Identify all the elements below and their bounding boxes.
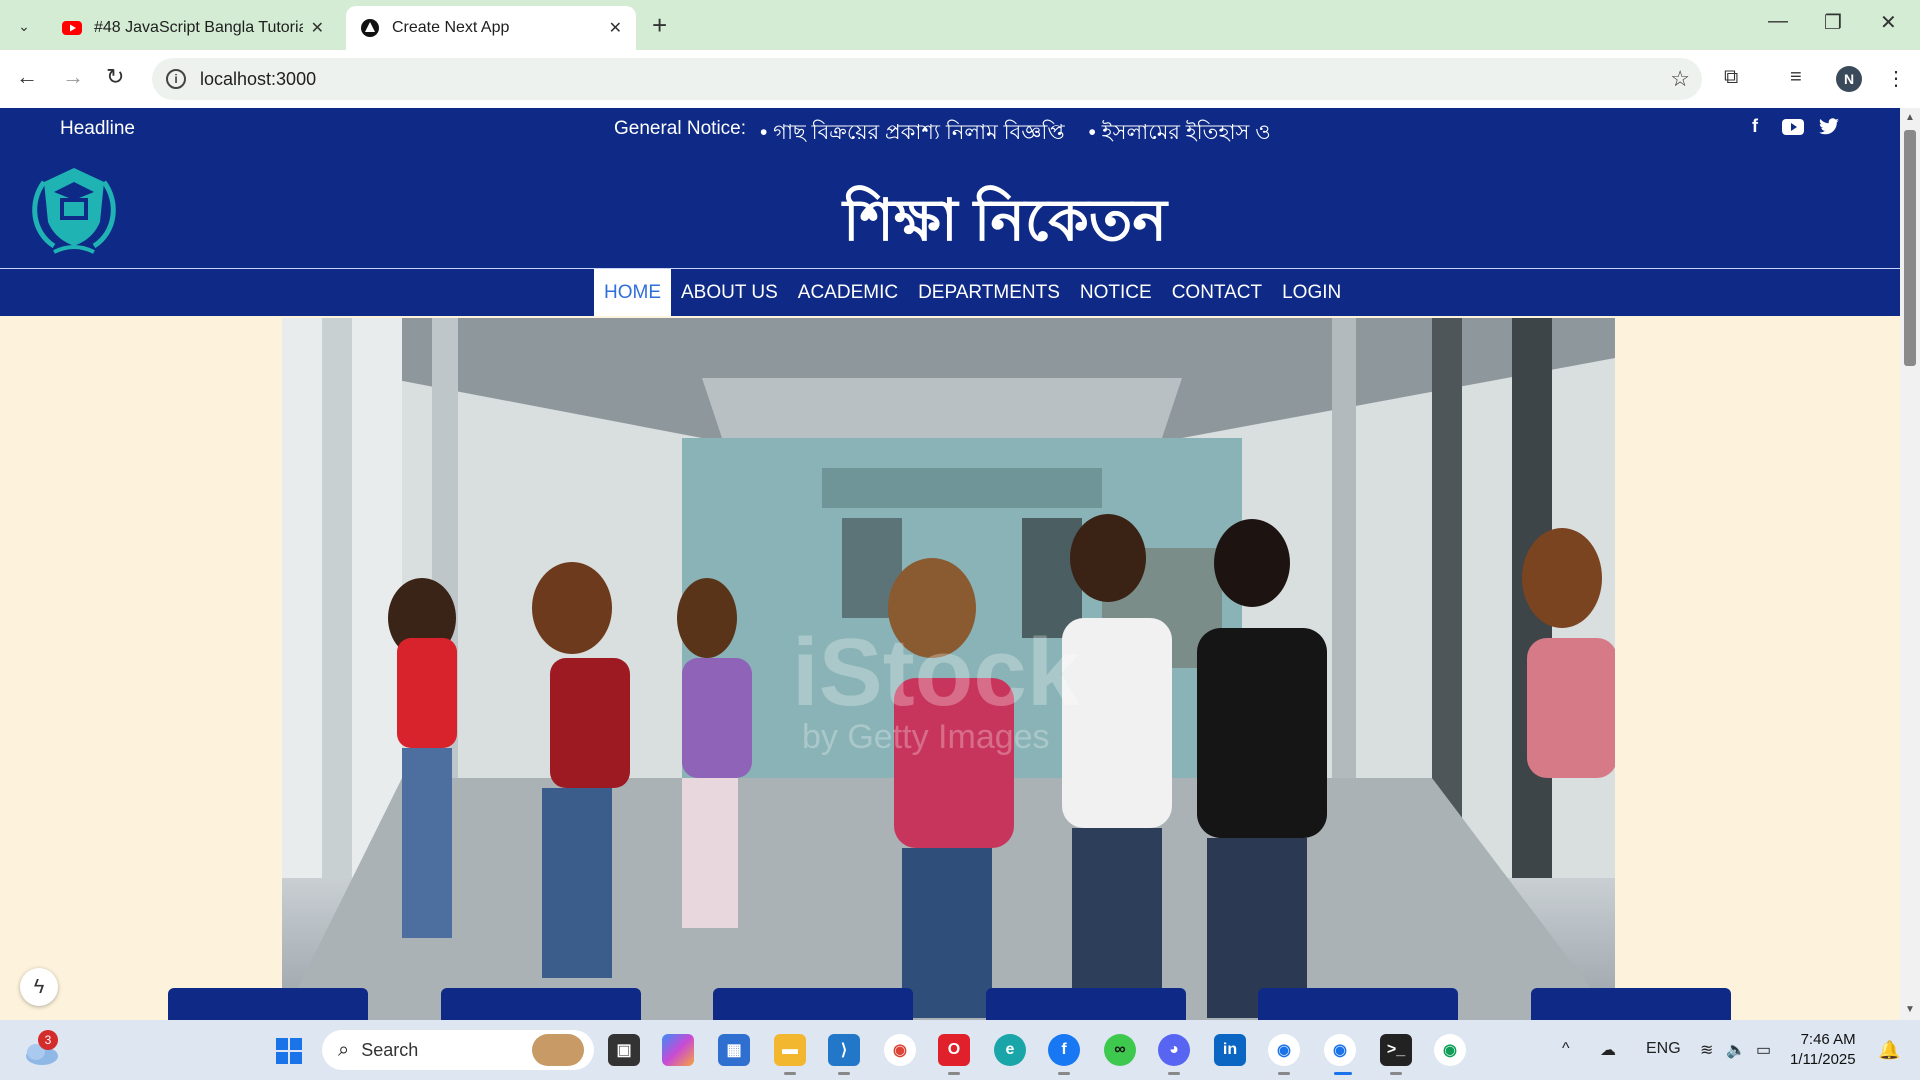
- url-text[interactable]: localhost:3000: [200, 69, 316, 90]
- feature-cards-row: [0, 988, 1900, 1020]
- nav-academic[interactable]: ACADEMIC: [788, 269, 908, 316]
- close-window-icon[interactable]: ✕: [1880, 10, 1897, 35]
- page-scrollbar[interactable]: ▲ ▼: [1900, 108, 1920, 1020]
- nav-login[interactable]: LOGIN: [1272, 269, 1351, 316]
- site-info-icon[interactable]: i: [166, 69, 186, 89]
- headline-label: Headline: [60, 118, 135, 139]
- youtube-icon: [62, 21, 82, 35]
- headline-bar: Headline General Notice: • গাছ বিক্রয়ের…: [0, 108, 1900, 148]
- back-icon[interactable]: ←: [16, 64, 38, 90]
- nav-about-us[interactable]: ABOUT US: [671, 269, 788, 316]
- scrollbar-thumb[interactable]: [1904, 130, 1916, 366]
- search-highlight-image: [532, 1034, 584, 1066]
- tab-create-next-app[interactable]: Create Next App ✕: [346, 6, 636, 50]
- owl-app-icon[interactable]: ∞: [1104, 1034, 1136, 1066]
- address-bar[interactable]: i localhost:3000 ☆: [152, 58, 1702, 100]
- feature-card[interactable]: [713, 988, 913, 1020]
- chrome-icon[interactable]: ◉: [884, 1034, 916, 1066]
- clock-time: 7:46 AM: [1800, 1031, 1856, 1048]
- restore-icon[interactable]: ❐: [1824, 10, 1842, 35]
- main-nav: HOME ABOUT US ACADEMIC DEPARTMENTS NOTIC…: [0, 268, 1900, 316]
- close-tab-icon[interactable]: ✕: [609, 18, 622, 38]
- browser-toolbar: ← → ↻ i localhost:3000 ☆ ⧉ ≡ ⋮: [0, 50, 1920, 108]
- notice-item[interactable]: • ইসলামের ইতিহাস ও: [1089, 121, 1271, 144]
- bookmark-star-icon[interactable]: ☆: [1670, 66, 1690, 92]
- extensions-icon[interactable]: ⧉: [1724, 66, 1738, 89]
- opera-icon[interactable]: O: [938, 1034, 970, 1066]
- weather-badge: 3: [38, 1030, 58, 1050]
- tab-strip: ⌄ #48 JavaScript Bangla Tutorial | ✕ Cre…: [0, 0, 1920, 50]
- vscode-icon[interactable]: ⟩: [828, 1034, 860, 1066]
- scroll-down-icon[interactable]: ▼: [1905, 1004, 1915, 1015]
- nextjs-icon: [361, 19, 379, 37]
- watermark-subtext: by Getty Images: [802, 718, 1050, 756]
- linkedin-icon[interactable]: in: [1214, 1034, 1246, 1066]
- microsoft-store-icon[interactable]: ▦: [718, 1034, 750, 1066]
- taskbar-search[interactable]: ⌕ Search: [322, 1030, 594, 1070]
- facebook-icon[interactable]: f: [1752, 116, 1758, 137]
- chrome-profile-icon[interactable]: ◉: [1268, 1034, 1300, 1066]
- tab-title: Create Next App: [392, 19, 510, 36]
- nav-contact[interactable]: CONTACT: [1162, 269, 1272, 316]
- page-viewport: Headline General Notice: • গাছ বিক্রয়ের…: [0, 108, 1900, 1020]
- notification-bell-icon[interactable]: 🔔: [1878, 1040, 1900, 1061]
- volume-icon[interactable]: 🔈: [1726, 1040, 1746, 1060]
- feature-card[interactable]: [1531, 988, 1731, 1020]
- start-windows-icon[interactable]: [276, 1038, 302, 1064]
- feature-card[interactable]: [986, 988, 1186, 1020]
- facebook-icon[interactable]: f: [1048, 1034, 1080, 1066]
- terminal-icon[interactable]: >_: [1380, 1034, 1412, 1066]
- notice-marquee: • গাছ বিক্রয়ের প্রকাশ্য নিলাম বিজ্ঞপ্তি…: [760, 116, 1289, 151]
- new-tab-icon[interactable]: +: [652, 12, 667, 38]
- nav-departments[interactable]: DEPARTMENTS: [908, 269, 1070, 316]
- hero-image: iStock by Getty Images: [282, 318, 1615, 1020]
- tab-search-chevron-icon[interactable]: ⌄: [10, 12, 38, 40]
- profile-avatar[interactable]: N: [1836, 66, 1862, 92]
- wifi-icon[interactable]: ≋: [1700, 1040, 1713, 1060]
- menu-kebab-icon[interactable]: ⋮: [1886, 66, 1906, 91]
- next-devtools-lightning-icon[interactable]: ϟ: [20, 968, 58, 1006]
- nav-home[interactable]: HOME: [594, 269, 671, 316]
- brand-header: শিক্ষা নিকেতন: [0, 148, 1900, 268]
- feature-card[interactable]: [168, 988, 368, 1020]
- language-indicator[interactable]: ENG: [1646, 1040, 1681, 1058]
- edge-icon[interactable]: e: [994, 1034, 1026, 1066]
- task-view-icon[interactable]: ▣: [608, 1034, 640, 1066]
- windows-taskbar: 3 ⌕ Search ▣ ▦ ▬ ⟩ ◉ O e f ∞ ◕ in ◉ ◉ >_…: [0, 1020, 1920, 1080]
- chrome-active-icon[interactable]: ◉: [1324, 1034, 1356, 1066]
- nav-notice[interactable]: NOTICE: [1070, 269, 1162, 316]
- youtube-icon[interactable]: [1782, 119, 1804, 135]
- media-control-icon[interactable]: ≡: [1790, 66, 1802, 89]
- close-tab-icon[interactable]: ✕: [311, 18, 324, 38]
- battery-icon[interactable]: ▭: [1756, 1040, 1771, 1060]
- show-hidden-icons-icon[interactable]: ^: [1562, 1040, 1570, 1058]
- chrome-canary-icon[interactable]: ◉: [1434, 1034, 1466, 1066]
- taskbar-clock[interactable]: 7:46 AM 1/11/2025: [1790, 1030, 1856, 1070]
- feature-card[interactable]: [1258, 988, 1458, 1020]
- minimize-icon[interactable]: —: [1768, 10, 1788, 33]
- tab-youtube[interactable]: #48 JavaScript Bangla Tutorial | ✕: [48, 6, 338, 50]
- scroll-up-icon[interactable]: ▲: [1905, 112, 1915, 123]
- search-label: Search: [361, 1039, 419, 1060]
- site-title: শিক্ষা নিকেতন: [842, 188, 1168, 253]
- forward-icon[interactable]: →: [62, 64, 84, 90]
- reload-icon[interactable]: ↻: [106, 64, 124, 90]
- tab-title: #48 JavaScript Bangla Tutorial |: [94, 19, 303, 36]
- feature-card[interactable]: [441, 988, 641, 1020]
- copilot-icon[interactable]: [662, 1034, 694, 1066]
- search-icon: ⌕: [338, 1038, 350, 1061]
- file-explorer-icon[interactable]: ▬: [774, 1034, 806, 1066]
- discord-icon[interactable]: ◕: [1158, 1034, 1190, 1066]
- watermark-text: iStock: [792, 619, 1081, 726]
- onedrive-icon[interactable]: ☁: [1600, 1040, 1616, 1060]
- notice-item[interactable]: • গাছ বিক্রয়ের প্রকাশ্য নিলাম বিজ্ঞপ্তি: [760, 121, 1065, 144]
- general-notice-label: General Notice:: [614, 118, 747, 139]
- clock-date: 1/11/2025: [1790, 1051, 1856, 1068]
- twitter-icon[interactable]: [1818, 118, 1840, 136]
